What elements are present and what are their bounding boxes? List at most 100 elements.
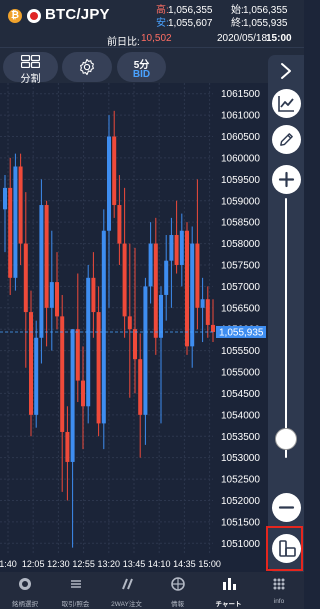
zoom-in-icon: [278, 171, 295, 188]
candle-body: [60, 316, 65, 432]
candle-body: [169, 235, 174, 261]
indicator-button[interactable]: [272, 89, 301, 118]
y-tick-label: 1055500: [221, 346, 260, 357]
candle-body: [122, 243, 127, 317]
y-tick-label: 1061000: [221, 111, 260, 122]
zoom-in-button[interactable]: [272, 165, 301, 194]
y-tick-label: 1054000: [221, 410, 260, 421]
candle-body: [205, 299, 210, 325]
y-tick-label: 1051500: [221, 517, 260, 528]
nav-item-coin-select[interactable]: 銘柄選択: [0, 572, 50, 609]
candle-body: [143, 286, 148, 415]
line-chart-icon: [278, 96, 294, 112]
gear-icon: [80, 58, 94, 76]
zoom-out-button[interactable]: [272, 493, 301, 522]
x-tick-label: 14:10: [148, 559, 171, 569]
y-tick-label: 1057500: [221, 260, 260, 271]
nav-item-info[interactable]: 情報: [152, 572, 203, 609]
chevron-right-icon[interactable]: [276, 61, 296, 81]
x-tick-label: 13:20: [98, 559, 121, 569]
nav-item-two-way-order[interactable]: 2WAY注文: [101, 572, 152, 609]
quote-time: 15:00: [266, 33, 292, 44]
nav-label: チャート: [215, 601, 242, 608]
more-icon: [273, 578, 285, 590]
x-tick-label: 12:55: [72, 559, 95, 569]
high-label: 高:: [156, 5, 169, 16]
x-axis-labels: 1:40 12:05 12:30 12:55 13:20 13:45 14:10 14:35 1…: [0, 559, 221, 569]
nav-item-more[interactable]: info: [254, 572, 304, 609]
two-way-order-icon: [121, 578, 133, 590]
candle-body: [23, 243, 28, 313]
nav-item-trade-history[interactable]: 取引/照会: [50, 572, 101, 609]
y-tick-label: 1055000: [221, 368, 260, 379]
nav-item-chart[interactable]: チャート: [203, 572, 254, 609]
x-tick-label: 1:40: [0, 559, 17, 569]
bitcoin-icon: ₿: [8, 9, 22, 23]
candle-body: [179, 230, 184, 265]
info-globe-icon: [170, 577, 185, 591]
interval-button[interactable]: 5分 BID: [117, 52, 166, 82]
y-tick-label: 1056500: [221, 303, 260, 314]
pencil-icon: [280, 133, 293, 146]
y-tick-label: 1059000: [221, 196, 260, 207]
highlight-box: [266, 526, 303, 571]
candle-body: [29, 312, 33, 415]
nav-label: 取引/照会: [61, 601, 90, 608]
y-tick-label: 1051000: [221, 539, 260, 550]
low-label: 安:: [156, 18, 169, 29]
candle-body: [107, 136, 111, 231]
x-tick-label: 12:30: [47, 559, 70, 569]
split-button[interactable]: 分割: [3, 52, 58, 85]
y-axis-labels: 1061500 1061000 1060500 1060000 1059500 10590…: [221, 89, 260, 550]
candle-body: [164, 260, 169, 295]
chart-settings-button[interactable]: [62, 52, 112, 82]
candle-body: [39, 205, 44, 338]
candle-body: [86, 277, 91, 407]
zoom-slider-knob[interactable]: [275, 428, 297, 450]
y-tick-label: 1057000: [221, 282, 260, 293]
low-value: 1,055,607: [168, 18, 213, 29]
candle-body: [18, 166, 23, 244]
nav-label: 銘柄選択: [12, 601, 38, 608]
y-tick-label: 1052500: [221, 475, 260, 486]
chart-icon: [222, 578, 236, 590]
zoom-slider-track[interactable]: [285, 198, 287, 458]
x-tick-label: 15:00: [198, 559, 221, 569]
candle-body: [138, 359, 143, 415]
quote-date: 2020/05/18: [217, 33, 268, 44]
y-tick-label: 1053000: [221, 453, 260, 464]
candle-body: [185, 230, 189, 347]
candle-body: [190, 243, 195, 347]
candle-body: [8, 187, 13, 278]
change-label: 前日比:: [107, 37, 140, 48]
bottom-nav: 銘柄選択 取引/照会 2WAY注文 情報 チャート info: [0, 572, 304, 609]
candle-body: [153, 243, 158, 338]
high-value: 1,056,355: [168, 5, 213, 16]
candle-body: [200, 299, 205, 308]
candle-body: [195, 243, 200, 308]
change-value: 10,502: [141, 33, 172, 44]
open-label: 始:: [231, 5, 244, 16]
candle-body: [96, 312, 101, 424]
candle-body: [13, 166, 18, 278]
y-tick-label: 1052000: [221, 496, 260, 507]
candle-body: [211, 324, 215, 332]
candle-body: [55, 282, 59, 317]
y-tick-label: 1053500: [221, 432, 260, 443]
x-tick-label: 14:35: [173, 559, 196, 569]
zoom-out-icon: [278, 506, 295, 509]
candle-body: [174, 235, 179, 265]
x-tick-label: 13:45: [123, 559, 146, 569]
candle-body: [101, 230, 106, 424]
yen-flag-icon: [27, 9, 41, 23]
close-value: 1,055,935: [243, 18, 288, 29]
price-type-label: BID: [132, 69, 151, 80]
x-tick-label: 12:05: [22, 559, 45, 569]
candle-body: [75, 329, 80, 381]
candlestick-chart[interactable]: 1061500 1061000 1060500 1060000 1059500 10590…: [0, 83, 304, 572]
y-tick-label: 1058000: [221, 239, 260, 250]
currency-pair[interactable]: BTC/JPY: [45, 6, 110, 23]
candle-body: [34, 337, 39, 415]
draw-tool-button[interactable]: [272, 125, 301, 154]
quote-header: ₿ BTC/JPY 高: 1,056,355 安: 1,055,607 始: 1…: [0, 0, 304, 48]
